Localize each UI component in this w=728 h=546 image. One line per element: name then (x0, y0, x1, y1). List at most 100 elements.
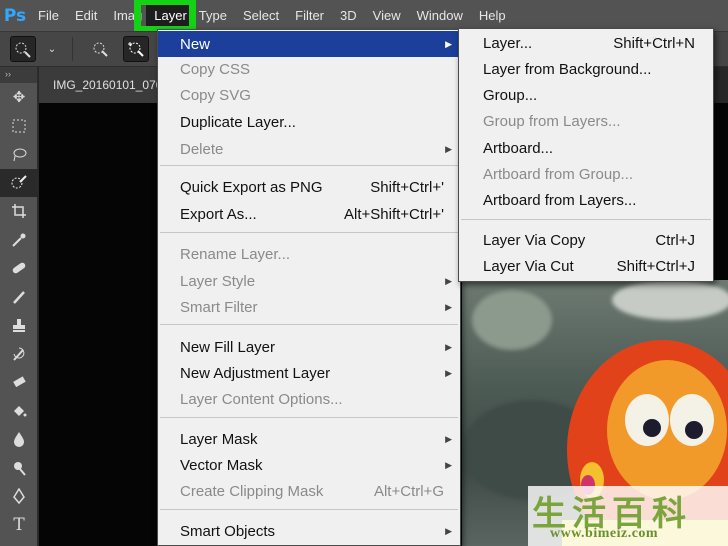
add-to-selection-icon[interactable] (123, 36, 149, 62)
history-brush-icon[interactable] (0, 340, 38, 369)
type-icon[interactable]: T (0, 511, 38, 540)
watermark: 生活百科 www.bimeiz.com (528, 486, 728, 546)
menu-item-label: Export As... (180, 205, 257, 223)
layer-menu-new[interactable]: New ▶ (158, 31, 460, 57)
menu-item-shortcut: Alt+Ctrl+G (373, 482, 444, 500)
lasso-icon[interactable] (0, 140, 38, 169)
menu-item-label: Layer... (483, 34, 533, 52)
layer-menu-quick-export-png[interactable]: Quick Export as PNG Shift+Ctrl+' (158, 174, 460, 200)
submenu-arrow-icon: ▶ (445, 525, 452, 536)
layer-menu-dropdown: New ▶ Copy CSS Copy SVG Duplicate Layer.… (157, 29, 461, 546)
layer-menu-layer-content-options: Layer Content Options... (158, 386, 460, 412)
menu-item-label: Rename Layer... (180, 245, 291, 263)
menu-item-label: Layer Mask (180, 430, 258, 448)
submenu-arrow-icon: ▶ (445, 301, 452, 312)
layer-menu-layer-mask[interactable]: Layer Mask ▶ (158, 426, 460, 452)
menu-item-label: Smart Filter (180, 298, 258, 316)
move-icon[interactable]: ✥ (0, 83, 38, 112)
paint-bucket-icon[interactable] (0, 397, 38, 426)
menu-select[interactable]: Select (235, 0, 287, 31)
menu-item-label: Group... (483, 86, 538, 104)
menu-file[interactable]: File (30, 0, 67, 31)
menu-item-label: Copy SVG (180, 86, 251, 104)
menu-separator (160, 165, 458, 166)
menu-window[interactable]: Window (409, 0, 471, 31)
menu-item-label: Layer Via Copy (483, 231, 586, 249)
new-submenu-layer-via-cut[interactable]: Layer Via Cut Shift+Ctrl+J (459, 253, 713, 279)
menu-item-label: Create Clipping Mask (180, 482, 324, 500)
brush-icon[interactable] (0, 283, 38, 312)
menu-edit[interactable]: Edit (67, 0, 105, 31)
menu-item-label: Duplicate Layer... (180, 113, 296, 131)
layer-menu-create-clipping-mask: Create Clipping Mask Alt+Ctrl+G (158, 478, 460, 504)
menu-separator (461, 219, 711, 220)
menu-layer[interactable]: Layer (134, 0, 196, 33)
submenu-arrow-icon: ▶ (445, 433, 452, 444)
new-submenu-group[interactable]: Group... (459, 82, 713, 108)
menu-separator (160, 324, 458, 325)
submenu-arrow-icon: ▶ (445, 367, 452, 378)
quick-selection-icon[interactable] (0, 168, 38, 197)
chevron-down-icon[interactable]: ⌄ (46, 36, 58, 62)
menu-type[interactable]: Type (195, 0, 235, 31)
menu-item-label: Smart Objects (180, 522, 276, 540)
new-submenu-artboard[interactable]: Artboard... (459, 135, 713, 161)
menu-item-label: Artboard from Layers... (483, 191, 637, 209)
layer-menu-new-adjustment-layer[interactable]: New Adjustment Layer ▶ (158, 360, 460, 386)
menu-item-label: New (180, 35, 211, 53)
watermark-url: www.bimeiz.com (550, 526, 659, 541)
menu-item-label: Layer Style (180, 272, 256, 290)
submenu-arrow-icon: ▶ (445, 143, 452, 154)
tools-panel: ›› ✥ T (0, 67, 38, 546)
new-submenu-artboard-from-layers[interactable]: Artboard from Layers... (459, 187, 713, 213)
menu-item-label: Group from Layers... (483, 112, 621, 130)
new-submenu-layer-via-copy[interactable]: Layer Via Copy Ctrl+J (459, 227, 713, 253)
menu-item-label: Layer Content Options... (180, 390, 343, 408)
layer-menu-smart-filter: Smart Filter ▶ (158, 294, 460, 320)
crop-icon[interactable] (0, 197, 38, 226)
dodge-icon[interactable] (0, 454, 38, 483)
divider (72, 37, 73, 61)
menu-item-shortcut: Ctrl+J (655, 231, 695, 249)
eraser-icon[interactable] (0, 368, 38, 397)
new-submenu-layer[interactable]: Layer... Shift+Ctrl+N (459, 30, 713, 56)
pen-icon[interactable] (0, 482, 38, 511)
menu-item-label: Artboard from Group... (483, 165, 634, 183)
blur-icon[interactable] (0, 425, 38, 454)
submenu-arrow-icon: ▶ (445, 38, 452, 49)
menu-item-shortcut: Alt+Shift+Ctrl+' (344, 205, 444, 223)
menu-item-label: Layer from Background... (483, 60, 652, 78)
layer-menu-new-fill-layer[interactable]: New Fill Layer ▶ (158, 334, 460, 360)
layer-menu-export-as[interactable]: Export As... Alt+Shift+Ctrl+' (158, 201, 460, 227)
new-submenu-artboard-from-group: Artboard from Group... (459, 161, 713, 187)
menu-item-label: Artboard... (483, 139, 554, 157)
layer-menu-smart-objects[interactable]: Smart Objects ▶ (158, 518, 460, 544)
menu-item-label: Layer Via Cut (483, 257, 574, 275)
menu-item-shortcut: Shift+Ctrl+J (616, 257, 695, 275)
menu-item-label: New Adjustment Layer (180, 364, 331, 382)
menu-item-label: Delete (180, 140, 224, 158)
menu-help[interactable]: Help (471, 0, 514, 31)
photoshop-logo: Ps (3, 5, 27, 26)
layer-menu-layer-style: Layer Style ▶ (158, 268, 460, 294)
new-selection-icon[interactable] (87, 36, 113, 62)
clone-stamp-icon[interactable] (0, 311, 38, 340)
quick-selection-preset-icon[interactable] (10, 36, 36, 62)
layer-menu-copy-css: Copy CSS (158, 56, 460, 82)
tools-collapse-handle[interactable]: ›› (0, 67, 37, 83)
layer-menu-duplicate-layer[interactable]: Duplicate Layer... (158, 109, 460, 135)
new-submenu-layer-from-background[interactable]: Layer from Background... (459, 56, 713, 82)
marquee-icon[interactable] (0, 112, 38, 141)
menu-bar: Ps File Edit Imag Layer Type Select Filt… (0, 0, 728, 33)
layer-menu-vector-mask[interactable]: Vector Mask ▶ (158, 452, 460, 478)
menu-filter[interactable]: Filter (287, 0, 332, 31)
menu-item-label: Quick Export as PNG (180, 178, 323, 196)
menu-item-label: New Fill Layer (180, 338, 276, 356)
submenu-arrow-icon: ▶ (445, 341, 452, 352)
healing-brush-icon[interactable] (0, 254, 38, 283)
menu-item-shortcut: Shift+Ctrl+' (370, 178, 444, 196)
menu-item-label: Copy CSS (180, 60, 251, 78)
menu-3d[interactable]: 3D (332, 0, 365, 31)
menu-view[interactable]: View (365, 0, 409, 31)
eyedropper-icon[interactable] (0, 226, 38, 255)
